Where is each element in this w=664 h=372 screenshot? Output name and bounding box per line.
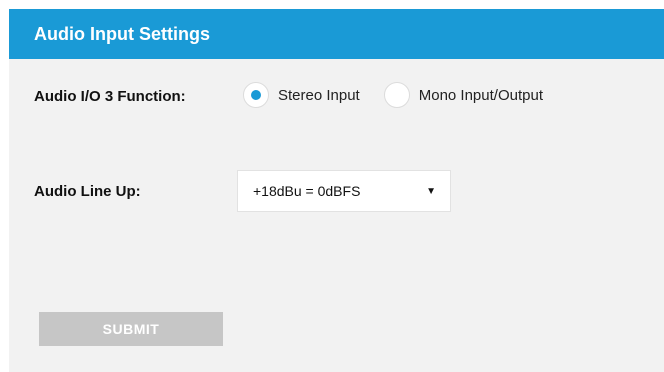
audio-line-up-selected-value: +18dBu = 0dBFS	[253, 183, 361, 199]
triangle-down-icon: ▼	[426, 185, 436, 197]
radio-mono-input-output[interactable]: Mono Input/Output	[383, 82, 543, 108]
panel-header: Audio Input Settings	[9, 9, 664, 59]
audio-io3-function-label: Audio I/O 3 Function:	[34, 88, 186, 105]
submit-button[interactable]: SUBMIT	[39, 312, 223, 346]
audio-line-up-select[interactable]: +18dBu = 0dBFS ▼	[237, 170, 451, 212]
audio-input-settings-panel: Audio Input Settings Audio I/O 3 Functio…	[9, 9, 664, 372]
panel-title: Audio Input Settings	[34, 23, 210, 44]
radio-button-unselected[interactable]	[383, 82, 410, 108]
audio-line-up-label: Audio Line Up:	[34, 183, 141, 200]
radio-mono-input-output-label[interactable]: Mono Input/Output	[419, 87, 543, 104]
audio-io3-function-radio-group: Stereo Input Mono Input/Output	[243, 82, 543, 108]
radio-dot-icon	[251, 90, 261, 100]
radio-button-selected[interactable]	[243, 82, 269, 108]
radio-stereo-input-label[interactable]: Stereo Input	[278, 87, 360, 104]
radio-stereo-input[interactable]: Stereo Input	[243, 82, 360, 108]
